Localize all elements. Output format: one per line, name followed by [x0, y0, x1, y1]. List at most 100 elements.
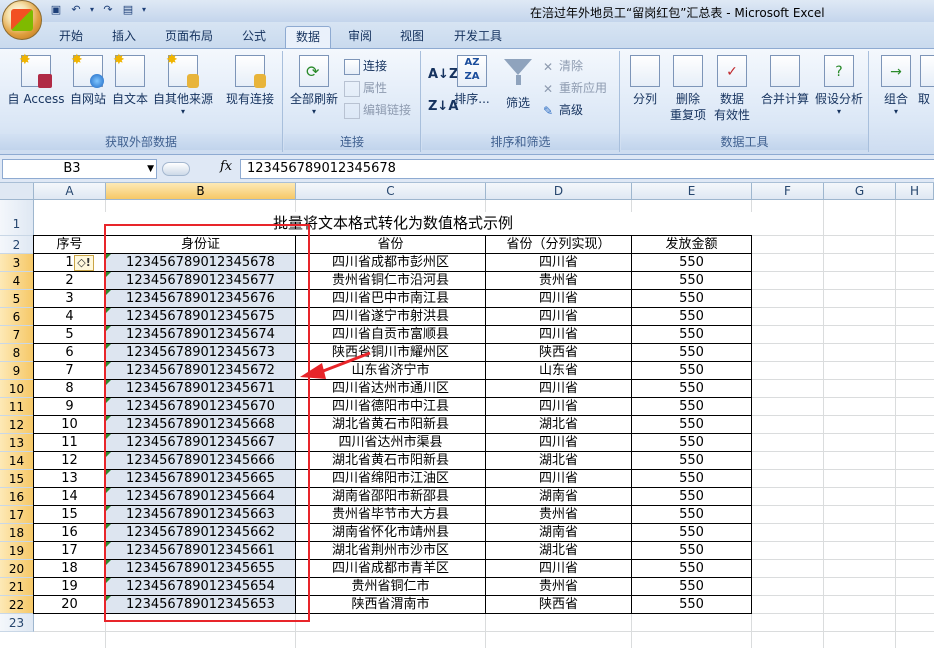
row-header[interactable]: 3	[0, 254, 34, 272]
from-text-button[interactable]: ✸ 自文本	[110, 53, 150, 107]
data-cell[interactable]: 贵州省铜仁市	[296, 578, 486, 596]
row-header[interactable]: 6	[0, 308, 34, 326]
chevron-down-icon[interactable]: ▼	[147, 160, 154, 178]
data-cell[interactable]: 贵州省	[486, 506, 632, 524]
data-cell[interactable]: 550	[632, 524, 752, 542]
column-title[interactable]: 序号	[34, 236, 106, 254]
what-if-analysis-button[interactable]: ? 假设分析 ▾	[813, 55, 865, 117]
data-cell[interactable]: 湖北省黄石市阳新县	[296, 452, 486, 470]
tab-formulas[interactable]: 公式	[234, 26, 274, 48]
from-access-button[interactable]: ✸ 自 Access	[6, 53, 66, 107]
edit-links-button[interactable]: 编辑链接	[344, 100, 411, 120]
filter-button[interactable]: 筛选	[500, 55, 536, 111]
data-cell[interactable]: 山东省济宁市	[296, 362, 486, 380]
data-cell[interactable]: 12	[34, 452, 106, 470]
from-web-button[interactable]: ✸ 自网站	[66, 53, 110, 107]
row-header[interactable]: 4	[0, 272, 34, 290]
name-box[interactable]: B3 ▼	[2, 159, 157, 179]
data-cell[interactable]: 16	[34, 524, 106, 542]
group-button[interactable]: → 组合 ▾	[878, 55, 914, 117]
data-cell[interactable]: 四川省成都市青羊区	[296, 560, 486, 578]
data-cell[interactable]: 17	[34, 542, 106, 560]
row-header[interactable]: 23	[0, 614, 34, 632]
undo-dropdown-icon[interactable]: ▾	[88, 2, 96, 18]
data-cell[interactable]: 湖南省怀化市靖州县	[296, 524, 486, 542]
row-header[interactable]: 5	[0, 290, 34, 308]
reapply-button[interactable]: ✕ 重新应用	[540, 78, 607, 98]
insert-function-icon[interactable]: fx	[220, 159, 232, 174]
data-cell[interactable]: 550	[632, 488, 752, 506]
row-header[interactable]: 10	[0, 380, 34, 398]
data-cell[interactable]: 四川省遂宁市射洪县	[296, 308, 486, 326]
data-cell[interactable]: 四川省达州市渠县	[296, 434, 486, 452]
data-cell[interactable]: 陕西省渭南市	[296, 596, 486, 614]
data-cell[interactable]: 湖北省	[486, 542, 632, 560]
data-cell[interactable]: 湖南省邵阳市新邵县	[296, 488, 486, 506]
data-cell[interactable]: 550	[632, 416, 752, 434]
row-header[interactable]: 14	[0, 452, 34, 470]
data-cell[interactable]: 550	[632, 344, 752, 362]
refresh-all-button[interactable]: ⟳ 全部刷新 ▾	[288, 55, 340, 117]
properties-button[interactable]: 属性	[344, 78, 387, 98]
data-cell[interactable]: 11	[34, 434, 106, 452]
data-cell[interactable]: 四川省	[486, 398, 632, 416]
row-header[interactable]: 21	[0, 578, 34, 596]
data-cell[interactable]: 山东省	[486, 362, 632, 380]
tab-view[interactable]: 视图	[392, 26, 432, 48]
column-header-f[interactable]: F	[752, 183, 824, 200]
row-header[interactable]: 15	[0, 470, 34, 488]
data-cell[interactable]: 15	[34, 506, 106, 524]
row-header[interactable]: 19	[0, 542, 34, 560]
column-title[interactable]: 省份（分列实现）	[486, 236, 632, 254]
data-cell[interactable]: 四川省德阳市中江县	[296, 398, 486, 416]
data-cell[interactable]: 2	[34, 272, 106, 290]
data-cell[interactable]: 四川省	[486, 326, 632, 344]
data-cell[interactable]: 贵州省	[486, 272, 632, 290]
data-cell[interactable]: 四川省巴中市南江县	[296, 290, 486, 308]
data-cell[interactable]: 550	[632, 326, 752, 344]
column-header-g[interactable]: G	[824, 183, 896, 200]
data-cell[interactable]: 四川省	[486, 434, 632, 452]
data-cell[interactable]: 湖北省荆州市沙市区	[296, 542, 486, 560]
data-cell[interactable]: 湖南省	[486, 488, 632, 506]
redo-icon[interactable]: ↷	[100, 2, 116, 18]
print-preview-icon[interactable]: ▤	[120, 2, 136, 18]
column-header-h[interactable]: H	[896, 183, 934, 200]
tab-home[interactable]: 开始	[50, 26, 92, 48]
text-to-columns-button[interactable]: 分列	[627, 55, 663, 107]
row-header[interactable]: 1	[0, 200, 34, 236]
office-button[interactable]	[2, 0, 42, 40]
data-cell[interactable]: 四川省成都市彭州区	[296, 254, 486, 272]
data-cell[interactable]: 550	[632, 290, 752, 308]
data-cell[interactable]: 550	[632, 506, 752, 524]
data-cell[interactable]: 550	[632, 452, 752, 470]
data-cell[interactable]: 550	[632, 434, 752, 452]
data-cell[interactable]: 550	[632, 596, 752, 614]
data-cell[interactable]: 湖北省黄石市阳新县	[296, 416, 486, 434]
column-header-d[interactable]: D	[486, 183, 632, 200]
data-cell[interactable]: 湖南省	[486, 524, 632, 542]
data-cell[interactable]: 贵州省铜仁市沿河县	[296, 272, 486, 290]
data-cell[interactable]: 陕西省	[486, 596, 632, 614]
data-cell[interactable]: 四川省绵阳市江油区	[296, 470, 486, 488]
data-cell[interactable]: 10	[34, 416, 106, 434]
row-header[interactable]: 11	[0, 398, 34, 416]
row-header[interactable]: 22	[0, 596, 34, 614]
row-header[interactable]: 16	[0, 488, 34, 506]
data-cell[interactable]: 四川省自贡市富顺县	[296, 326, 486, 344]
from-other-sources-button[interactable]: ✸ 自其他来源 ▾	[151, 53, 215, 117]
data-cell[interactable]: 6	[34, 344, 106, 362]
row-header[interactable]: 13	[0, 434, 34, 452]
data-cell[interactable]: 550	[632, 578, 752, 596]
data-cell[interactable]: 550	[632, 308, 752, 326]
column-header-c[interactable]: C	[296, 183, 486, 200]
data-cell[interactable]: 550	[632, 380, 752, 398]
row-header[interactable]: 7	[0, 326, 34, 344]
worksheet-grid[interactable]: A B C D E F G H 1 2 3 4 5 6 7 8 9 10 11 12 13 14 15 16 17 18 19 20 2…	[0, 183, 934, 648]
data-cell[interactable]: 3	[34, 290, 106, 308]
tab-review[interactable]: 审阅	[340, 26, 380, 48]
remove-duplicates-button[interactable]: 删除 重复项	[667, 55, 709, 123]
data-cell[interactable]: 550	[632, 362, 752, 380]
data-validation-button[interactable]: ✓ 数据 有效性	[709, 55, 755, 123]
error-warning-icon[interactable]: ◇!	[74, 255, 94, 271]
